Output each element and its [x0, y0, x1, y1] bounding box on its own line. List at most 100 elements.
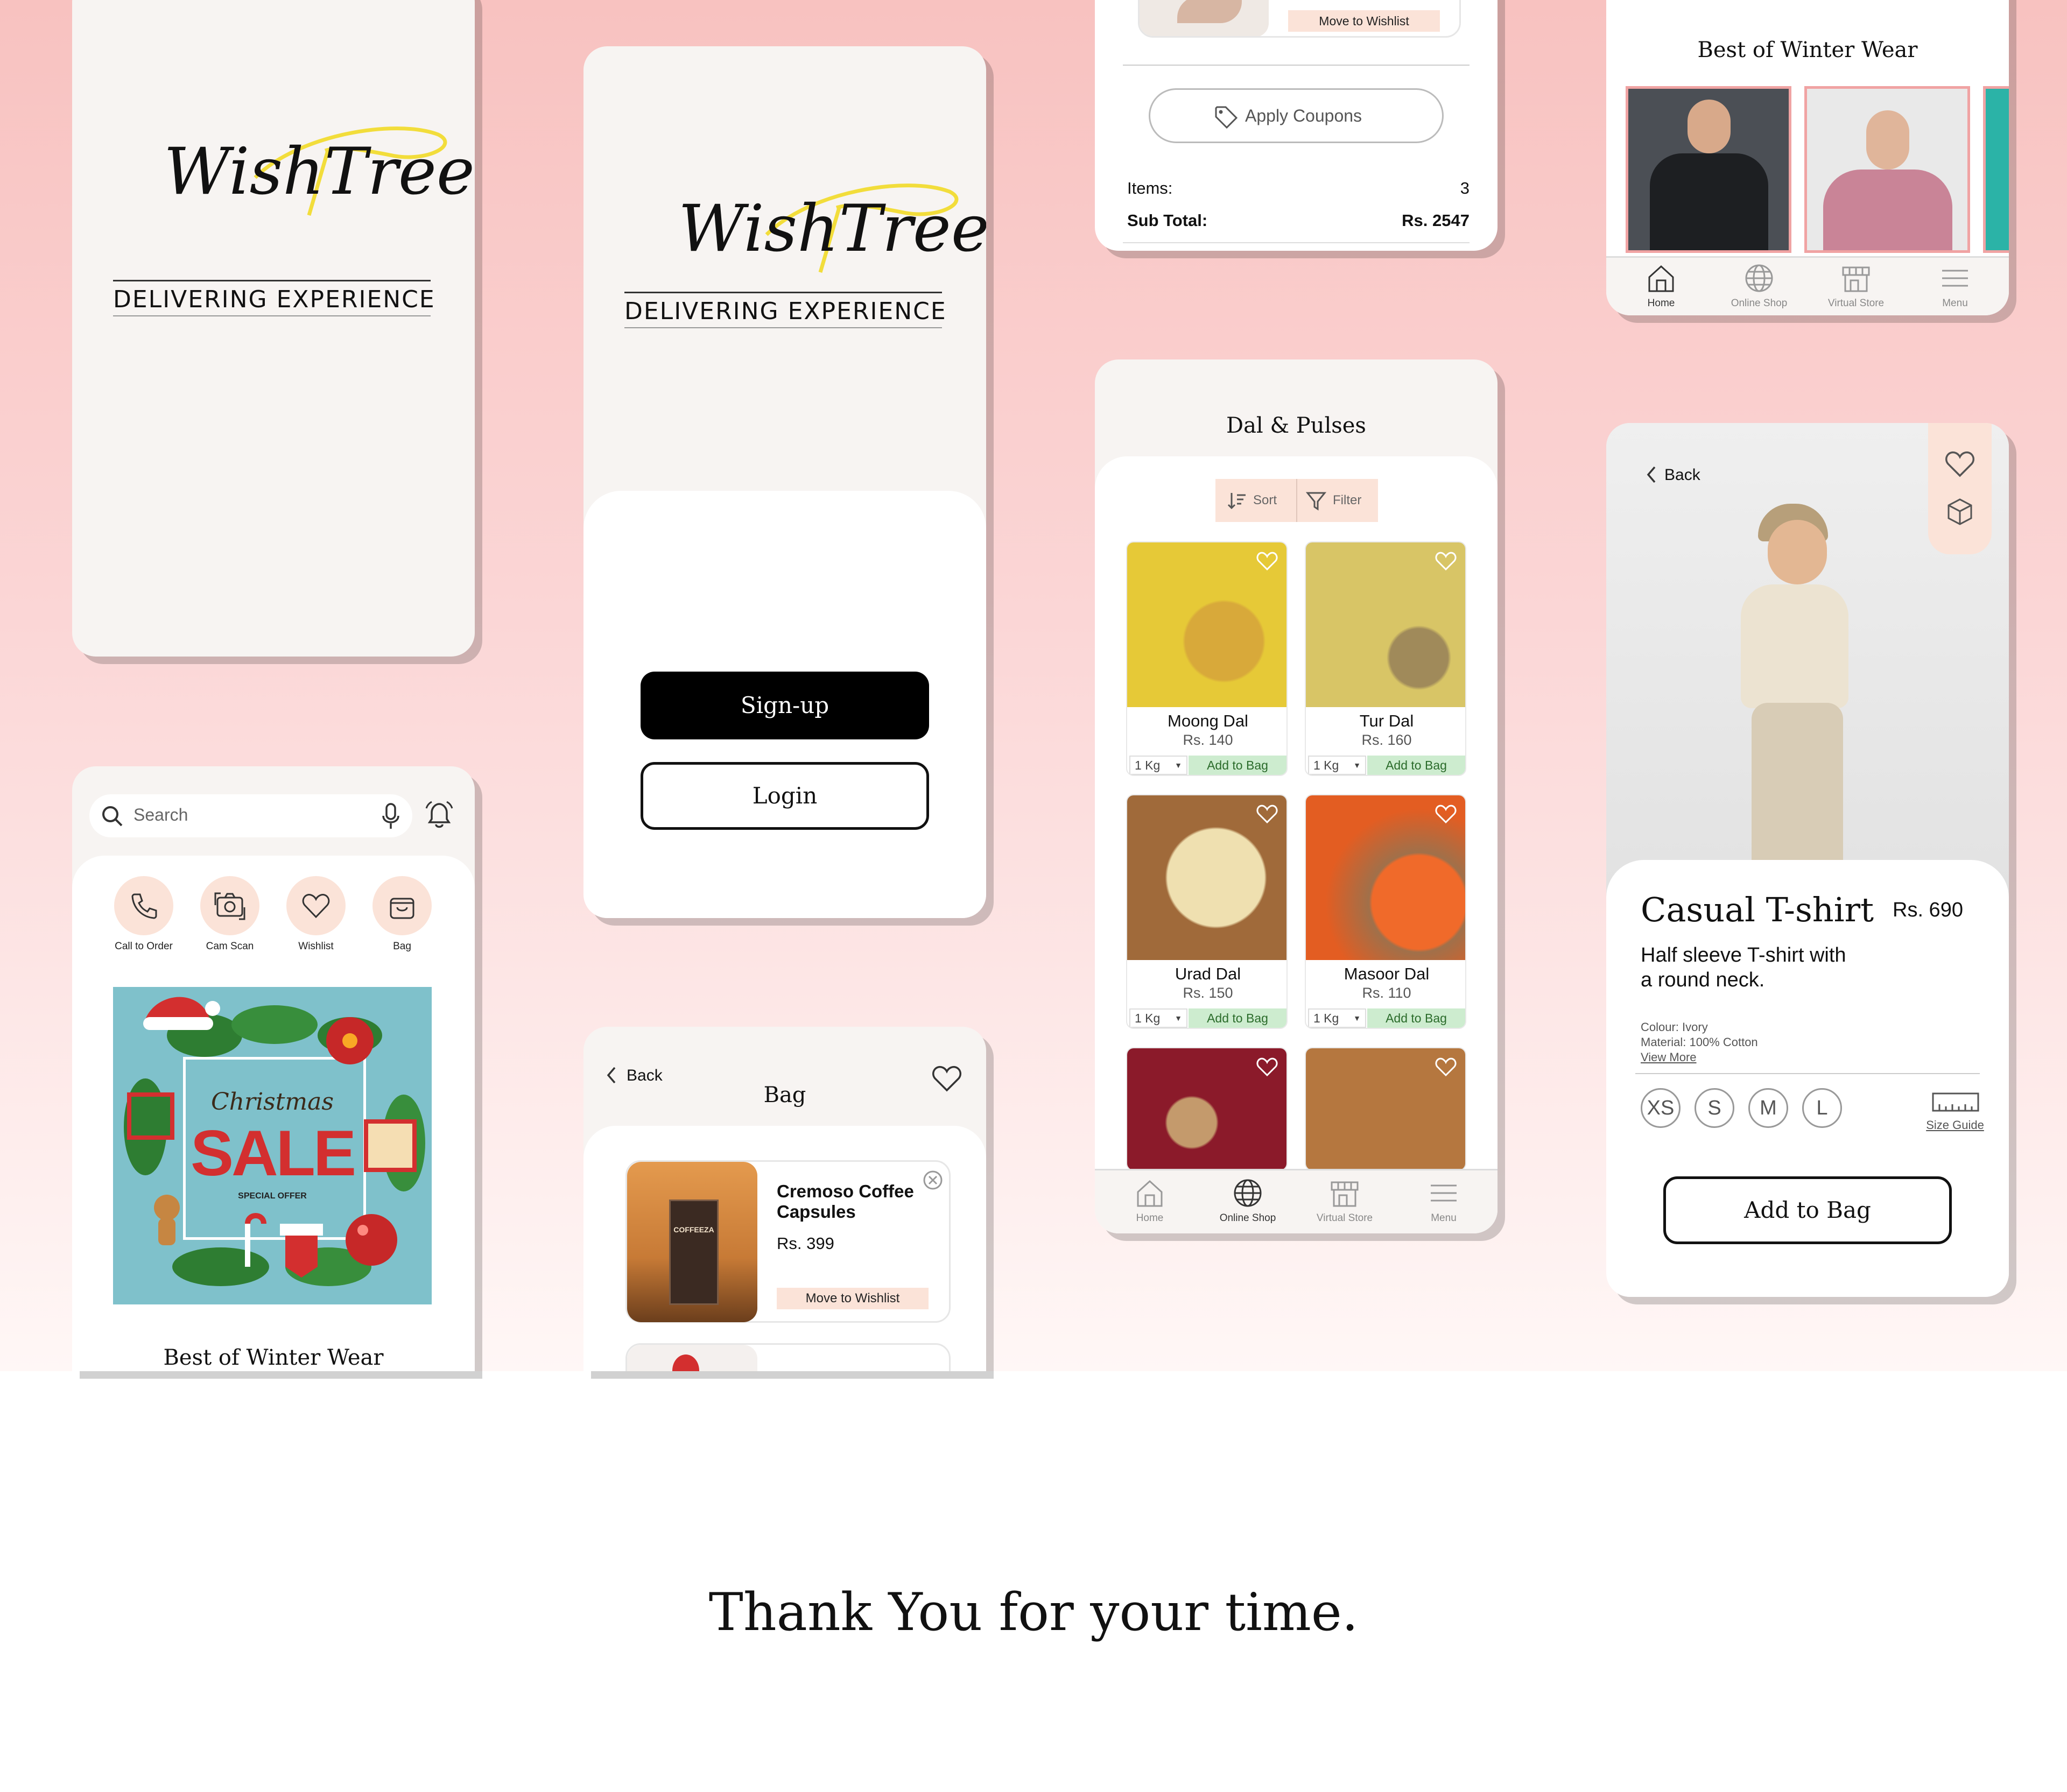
add-to-bag-button[interactable]: Add to Bag	[1367, 756, 1465, 775]
size-option-m[interactable]: M	[1748, 1088, 1788, 1128]
sort-button[interactable]: Sort	[1215, 479, 1296, 522]
sort-icon	[1227, 493, 1246, 510]
back-chevron-icon[interactable]	[605, 1066, 618, 1085]
home-content: Call to Order Cam Scan Wishlist Bag Chri…	[72, 856, 475, 1371]
size-option-xs[interactable]: XS	[1641, 1088, 1681, 1128]
bag-item-card[interactable]: COFFEEZA Cremoso Coffee Capsules Rs. 399…	[625, 1160, 951, 1323]
nav-label: Menu	[1942, 298, 1968, 309]
category-screen: Dal & Pulses Sort Filter Moong Dal Rs. 1…	[1095, 359, 1497, 1233]
product-tile[interactable]	[1626, 86, 1791, 253]
christmas-sale-banner[interactable]: Christmas SALE SPECIAL OFFER	[113, 987, 432, 1304]
cam-scan-button[interactable]	[200, 876, 259, 935]
apply-coupons-button[interactable]: Apply Coupons	[1149, 88, 1444, 143]
back-button[interactable]: Back	[627, 1067, 663, 1085]
nav-home[interactable]: Home	[1629, 262, 1693, 309]
size-guide-link[interactable]: Size Guide	[1923, 1118, 1987, 1132]
bag-button[interactable]	[372, 876, 432, 935]
microphone-icon[interactable]	[380, 802, 402, 831]
dropdown-caret-icon: ▼	[1175, 1014, 1182, 1022]
action-rail	[1928, 423, 1992, 554]
bottom-navigation: Home Online Shop Virtual Store Menu	[1606, 256, 2009, 315]
wishlist-heart-icon[interactable]	[1255, 549, 1279, 573]
wishlist-heart-icon[interactable]	[1944, 450, 1975, 478]
ar-cube-icon[interactable]	[1944, 496, 1975, 527]
wishlist-button[interactable]	[286, 876, 346, 935]
product-card-urad-dal[interactable]: Urad Dal Rs. 150 1 Kg ▼ Add to Bag	[1126, 794, 1288, 1029]
product-price: Rs. 110	[1362, 985, 1411, 1001]
bag-item-card[interactable]	[625, 1343, 951, 1371]
back-chevron-icon[interactable]	[1645, 465, 1658, 484]
quantity-select[interactable]: 1 Kg ▼	[1129, 756, 1187, 775]
phone-icon	[131, 893, 157, 919]
nav-virtual-store[interactable]: Virtual Store	[1307, 1177, 1382, 1224]
wishlist-heart-icon[interactable]	[1434, 1055, 1458, 1078]
back-button[interactable]: Back	[1664, 466, 1700, 484]
nav-label: Online Shop	[1219, 1212, 1276, 1224]
nav-label: Virtual Store	[1316, 1212, 1373, 1224]
product-card-masoor-dal[interactable]: Masoor Dal Rs. 110 1 Kg ▼ Add to Bag	[1305, 794, 1466, 1029]
search-bar[interactable]: Search	[89, 794, 412, 837]
quantity-value: 1 Kg	[1135, 758, 1161, 772]
category-title: Dal & Pulses	[1226, 413, 1366, 438]
add-to-bag-button[interactable]: Add to Bag	[1189, 756, 1286, 775]
product-card-tur-dal[interactable]: Tur Dal Rs. 160 1 Kg ▼ Add to Bag	[1305, 541, 1466, 776]
product-detail-screen: Back Casual T-shirt Rs. 690 Half sleeve …	[1606, 423, 2009, 1297]
child-tshirt	[1741, 584, 1848, 708]
subtotal-label: Sub Total:	[1127, 211, 1208, 230]
product-tile[interactable]	[1804, 86, 1970, 253]
product-card-moong-dal[interactable]: Moong Dal Rs. 140 1 Kg ▼ Add to Bag	[1126, 541, 1288, 776]
quantity-select[interactable]: 1 Kg ▼	[1129, 1008, 1187, 1028]
bag-item-name: Cremoso Coffee	[777, 1181, 914, 1201]
filter-button[interactable]: Filter	[1297, 479, 1378, 522]
thank-you-message: Thank You for your time.	[708, 1582, 1359, 1642]
ruler-icon[interactable]	[1931, 1090, 1980, 1114]
product-card-rajma[interactable]	[1126, 1047, 1288, 1171]
home-icon	[1648, 265, 1674, 292]
product-image: COFFEEZA	[627, 1162, 757, 1322]
notification-bell-icon[interactable]	[423, 800, 455, 832]
nav-menu[interactable]: Menu	[1923, 262, 1987, 309]
quick-action-label: Cam Scan	[206, 941, 254, 952]
logo-wordmark: WishTree	[164, 135, 475, 209]
login-button[interactable]: Login	[641, 762, 929, 830]
storefront-icon	[1331, 1181, 1359, 1207]
quantity-value: 1 Kg	[1313, 758, 1339, 772]
product-tile[interactable]	[1983, 86, 2009, 253]
quantity-select[interactable]: 1 Kg ▼	[1308, 756, 1366, 775]
nav-online-shop[interactable]: Online Shop	[1210, 1177, 1285, 1224]
nav-virtual-store[interactable]: Virtual Store	[1818, 262, 1894, 309]
view-more-link[interactable]: View More	[1641, 1050, 1697, 1064]
nav-label: Menu	[1431, 1212, 1457, 1224]
child-head	[1768, 520, 1827, 584]
add-to-bag-button[interactable]: Add to Bag	[1189, 1008, 1286, 1028]
product-name: Masoor Dal	[1344, 964, 1430, 983]
checkout-summary-screen: Move to Wishlist Apply Coupons Items: 3 …	[1095, 0, 1497, 251]
add-to-bag-button[interactable]: Add to Bag	[1663, 1176, 1952, 1244]
size-option-s[interactable]: S	[1695, 1088, 1734, 1128]
quantity-select[interactable]: 1 Kg ▼	[1308, 1008, 1366, 1028]
nav-menu[interactable]: Menu	[1411, 1177, 1476, 1224]
signup-button[interactable]: Sign-up	[641, 672, 929, 739]
product-card-chana[interactable]	[1305, 1047, 1466, 1171]
wishlist-heart-icon[interactable]	[1434, 802, 1458, 826]
wishlist-heart-icon[interactable]	[1255, 1055, 1279, 1078]
size-option-l[interactable]: L	[1802, 1088, 1842, 1128]
storefront-icon	[1842, 266, 1870, 292]
quantity-value: 1 Kg	[1313, 1011, 1339, 1025]
remove-item-icon[interactable]	[922, 1169, 944, 1191]
move-to-wishlist-button[interactable]: Move to Wishlist	[1288, 10, 1440, 32]
bag-item-price: Rs. 399	[777, 1234, 834, 1253]
move-to-wishlist-button[interactable]: Move to Wishlist	[777, 1288, 929, 1309]
brand-tagline: DELIVERING EXPERIENCE	[113, 280, 434, 316]
model-head	[1688, 100, 1731, 153]
divider	[1123, 242, 1470, 243]
nav-online-shop[interactable]: Online Shop	[1721, 262, 1797, 309]
wishlist-heart-icon[interactable]	[1434, 549, 1458, 573]
coffee-box	[669, 1200, 719, 1305]
nav-home[interactable]: Home	[1117, 1177, 1182, 1224]
wishlist-heart-icon[interactable]	[931, 1064, 962, 1092]
call-to-order-button[interactable]	[114, 876, 173, 935]
nav-label: Home	[1136, 1212, 1164, 1224]
add-to-bag-button[interactable]: Add to Bag	[1367, 1008, 1465, 1028]
wishlist-heart-icon[interactable]	[1255, 802, 1279, 826]
